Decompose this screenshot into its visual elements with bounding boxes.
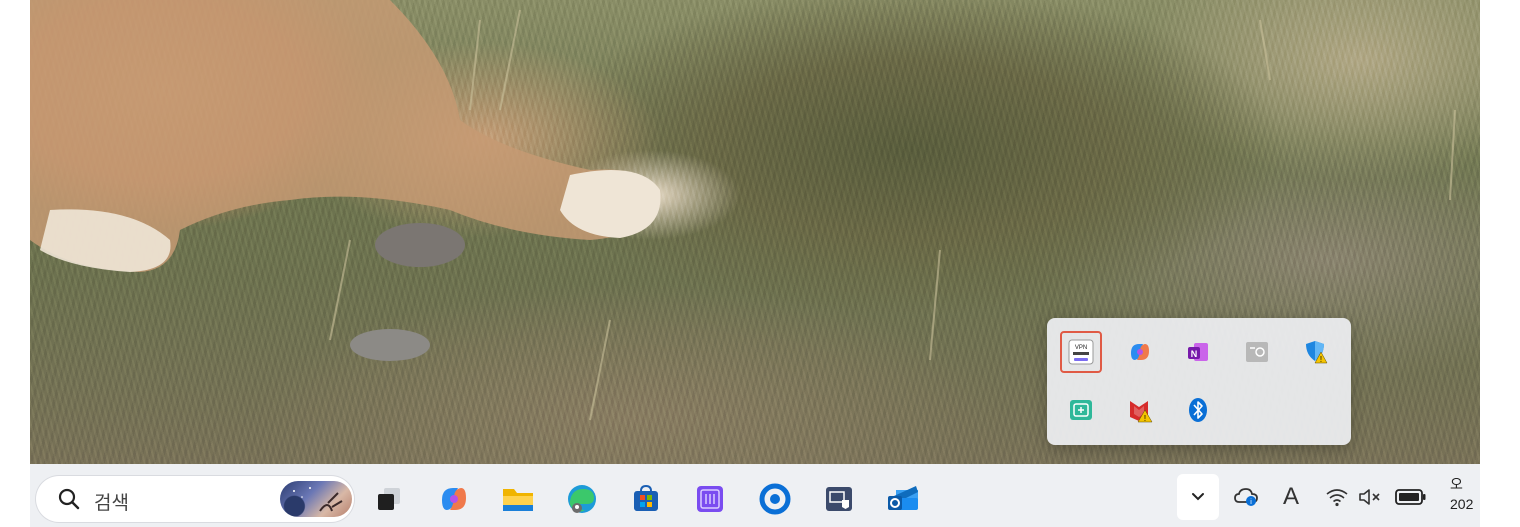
remote-desktop-icon[interactable] <box>821 481 857 517</box>
onedrive-icon[interactable]: i <box>1232 481 1262 513</box>
purple-app-icon[interactable] <box>692 481 728 517</box>
volume-muted-icon[interactable] <box>1356 481 1386 513</box>
search-highlight-image[interactable] <box>280 481 352 517</box>
show-hidden-icons-button[interactable] <box>1177 474 1219 520</box>
wifi-icon[interactable] <box>1322 481 1352 513</box>
vpn-app-icon-label: VPN <box>1075 345 1087 351</box>
copilot-icon[interactable] <box>436 481 472 517</box>
ime-indicator[interactable]: A <box>1276 481 1306 513</box>
mcafee-warning-icon[interactable]: ! <box>1119 389 1161 431</box>
search-box[interactable]: 검색 <box>36 476 354 522</box>
search-placeholder: 검색 <box>94 493 129 514</box>
svg-text:!: ! <box>1144 414 1146 423</box>
tray-overflow-flyout: VPN N ! ! <box>1047 318 1351 445</box>
outlook-icon[interactable] <box>885 481 921 517</box>
vpn-app-icon[interactable]: VPN <box>1060 331 1102 373</box>
svg-text:!: ! <box>1320 355 1322 364</box>
taskbar: 검색 i A 오 202 <box>30 464 1480 527</box>
ime-label: A <box>1282 483 1299 510</box>
file-explorer-icon[interactable] <box>500 481 536 517</box>
svg-text:N: N <box>1191 349 1198 359</box>
chevron-down-icon <box>1192 493 1204 501</box>
cortana-ring-icon[interactable] <box>757 481 793 517</box>
microsoft-store-icon[interactable] <box>628 481 664 517</box>
copilot-tray-icon[interactable] <box>1119 331 1161 373</box>
security-tray-icon[interactable] <box>1060 389 1102 431</box>
clock-date: 202 <box>1450 496 1474 512</box>
task-view-icon[interactable] <box>371 481 407 517</box>
bluetooth-icon[interactable] <box>1177 389 1219 431</box>
onenote-icon[interactable]: N <box>1177 331 1219 373</box>
defender-warning-icon[interactable]: ! <box>1295 331 1337 373</box>
clock-time: 오 <box>1450 476 1463 492</box>
search-icon <box>58 488 80 510</box>
battery-icon[interactable] <box>1394 481 1428 513</box>
edge-icon[interactable] <box>564 481 600 517</box>
clock[interactable]: 오 202 <box>1450 474 1480 514</box>
device-tray-icon[interactable] <box>1236 331 1278 373</box>
